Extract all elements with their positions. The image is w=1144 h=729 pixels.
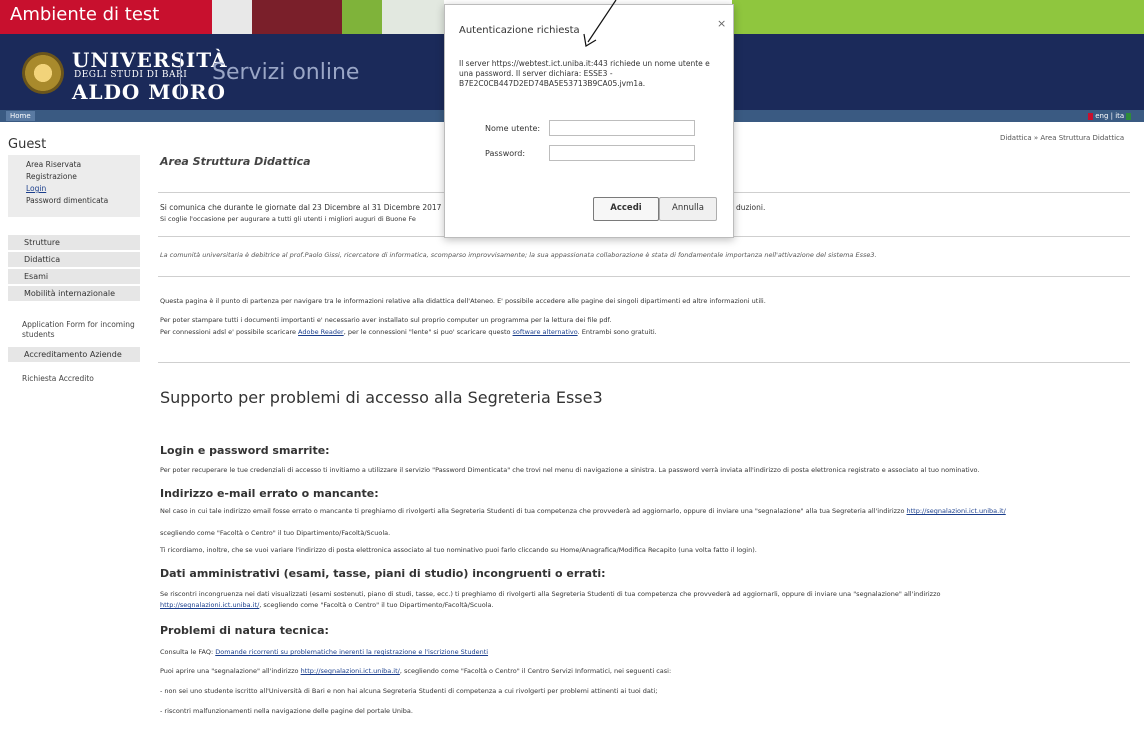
italy-flag-icon xyxy=(1126,112,1132,120)
login-button[interactable]: Accedi xyxy=(593,197,659,221)
breadcrumb[interactable]: Didattica » Area Struttura Didattica xyxy=(1000,134,1124,142)
sidebar-item-password-dimenticata[interactable]: Password dimenticata xyxy=(26,195,108,206)
tecnica-help-sentence: , scegliendo come "Facoltà o Centro" il … xyxy=(399,667,672,675)
email-help-text: Nel caso in cui tale indirizzo email fos… xyxy=(160,506,1138,516)
decorative-stripe xyxy=(342,0,382,34)
print-info-text: Per connessioni adsl e' possibile scaric… xyxy=(160,328,299,336)
decorative-stripe xyxy=(382,0,444,34)
section-heading-dati: Dati amministrativi (esami, tasse, piani… xyxy=(160,567,606,580)
section-heading-email: Indirizzo e-mail errato o mancante: xyxy=(160,487,379,500)
faq-link[interactable]: Domande ricorrenti su problematiche iner… xyxy=(215,648,488,656)
decorative-stripe xyxy=(732,0,1144,34)
sidebar-item-area-riservata[interactable]: Area Riservata xyxy=(26,159,81,170)
logo-text-universita[interactable]: UNIVERSITÀ xyxy=(72,50,228,70)
tecnica-case-1: - non sei uno studente iscritto all'Univ… xyxy=(160,687,658,695)
language-switch[interactable]: eng | ita xyxy=(1088,111,1132,121)
notice-text-end: duzioni. xyxy=(736,203,766,212)
tribute-text: La comunità universitaria è debitrice al… xyxy=(160,251,877,259)
dati-help-text: Se riscontri incongruenza nei dati visua… xyxy=(160,590,941,598)
dialog-title: Autenticazione richiesta xyxy=(459,25,580,36)
notice-text: Si comunica che durante le giornate dal … xyxy=(160,203,442,212)
email-help-text: scegliendo come "Facoltà o Centro" il tu… xyxy=(160,529,391,537)
page-title: Area Struttura Didattica xyxy=(160,155,311,168)
support-heading: Supporto per problemi di accesso alla Se… xyxy=(160,388,603,407)
intro-text: Questa pagina è il punto di partenza per… xyxy=(160,297,766,305)
faq-text: Consulta le FAQ: Domande ricorrenti su p… xyxy=(160,647,488,657)
nav-home-link[interactable]: Home xyxy=(6,111,35,121)
sidebar-section-accreditamento[interactable]: Accreditamento Aziende xyxy=(8,346,140,362)
print-info-text: , per le connessioni "lente" si puo' sca… xyxy=(343,328,513,336)
tecnica-case-2: - riscontri malfunzionamenti nella navig… xyxy=(160,707,413,715)
logo-text-aldo-moro: ALDO MORO xyxy=(72,80,226,104)
divider xyxy=(158,276,1130,277)
sidebar-item-login[interactable]: Login xyxy=(26,183,46,194)
dati-help-text: http://segnalazioni.ict.uniba.it/, scegl… xyxy=(160,600,494,610)
sidebar-item-registrazione[interactable]: Registrazione xyxy=(26,171,77,182)
print-info-download: Per connessioni adsl e' possibile scaric… xyxy=(160,327,657,337)
cancel-button[interactable]: Annulla xyxy=(659,197,717,221)
divider xyxy=(158,362,1130,363)
section-heading-tecnica: Problemi di natura tecnica: xyxy=(160,624,329,637)
password-label: Password: xyxy=(485,149,526,158)
sidebar-section-label: Didattica xyxy=(24,255,61,264)
sidebar-section-label: Esami xyxy=(24,272,49,281)
adobe-reader-link[interactable]: Adobe Reader xyxy=(298,328,344,336)
sidebar-item-label: students xyxy=(22,330,55,339)
section-title: Servizi online xyxy=(212,60,360,85)
print-info-text: . Entrambi sono gratuiti. xyxy=(577,328,657,336)
section-heading-login: Login e password smarrite: xyxy=(160,444,330,457)
university-seal-icon[interactable] xyxy=(22,52,64,94)
sidebar-section-label: Strutture xyxy=(24,238,60,247)
close-icon[interactable]: × xyxy=(717,17,726,30)
uk-flag-icon xyxy=(1088,112,1093,120)
segnalazioni-link[interactable]: http://segnalazioni.ict.uniba.it/ xyxy=(301,667,400,675)
sidebar-item-label: Application Form for incoming xyxy=(22,320,135,329)
tecnica-help-text: Puoi aprire una "segnalazione" all'indir… xyxy=(160,666,671,676)
faq-label: Consulta le FAQ: xyxy=(160,648,216,656)
logo-text-subtitle: DEGLI STUDI DI BARI xyxy=(74,70,188,80)
login-help-text: Per poter recuperare le tue credenziali … xyxy=(160,466,980,474)
notice-text-greetings: Si coglie l'occasione per augurare a tut… xyxy=(160,215,416,223)
sidebar-section-label: Mobilità internazionale xyxy=(24,289,116,298)
sidebar-guest-heading: Guest xyxy=(8,137,47,152)
decorative-stripe xyxy=(212,0,252,34)
sidebar-section-label: Accreditamento Aziende xyxy=(24,350,122,359)
segnalazioni-link[interactable]: http://segnalazioni.ict.uniba.it/ xyxy=(160,601,259,609)
sidebar-item-richiesta-accredito[interactable]: Richiesta Accredito xyxy=(22,374,94,384)
dati-help-sentence: , scegliendo come "Facoltà o Centro" il … xyxy=(259,601,494,609)
logo-divider xyxy=(180,52,181,98)
sidebar-item-application-form[interactable]: Application Form for incoming students xyxy=(22,320,135,340)
sidebar-section-strutture[interactable]: Strutture xyxy=(8,234,140,250)
dialog-message: Il server https://webtest.ict.uniba.it:4… xyxy=(459,59,710,88)
decorative-stripe xyxy=(252,0,342,34)
print-info-text: Per poter stampare tutti i documenti imp… xyxy=(160,316,612,324)
email-change-text: Ti ricordiamo, inoltre, che se vuoi vari… xyxy=(160,546,757,554)
email-help-sentence: Nel caso in cui tale indirizzo email fos… xyxy=(160,507,907,515)
sidebar-section-didattica[interactable]: Didattica xyxy=(8,251,140,267)
username-input[interactable] xyxy=(549,120,695,136)
sidebar-section-esami[interactable]: Esami xyxy=(8,268,140,284)
sidebar-section-mobilita[interactable]: Mobilità internazionale xyxy=(8,285,140,301)
annotation-arrow-icon xyxy=(583,0,617,47)
username-label: Nome utente: xyxy=(485,124,541,133)
alternative-software-link[interactable]: software alternativo xyxy=(513,328,578,336)
test-environment-title: Ambiente di test xyxy=(10,4,160,25)
segnalazioni-link[interactable]: http://segnalazioni.ict.uniba.it/ xyxy=(907,507,1006,515)
tecnica-help-sentence: Puoi aprire una "segnalazione" all'indir… xyxy=(160,667,301,675)
password-input[interactable] xyxy=(549,145,695,161)
language-switch-label: eng | ita xyxy=(1095,112,1125,120)
